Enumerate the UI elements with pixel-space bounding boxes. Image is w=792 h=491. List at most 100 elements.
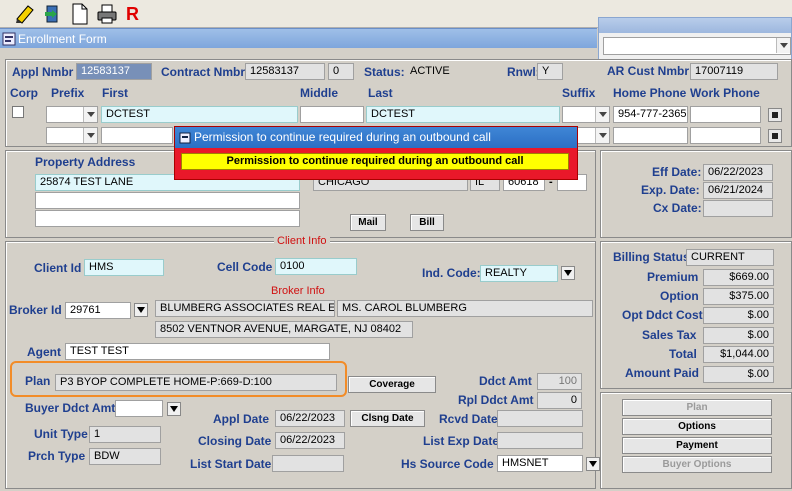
work-phone-input-2[interactable] bbox=[690, 127, 761, 144]
list-exp-date-label: List Exp Date bbox=[423, 434, 500, 448]
permission-dialog-titlebar: Permission to continue required during a… bbox=[175, 127, 577, 148]
ddct-amt-label: Ddct Amt bbox=[479, 374, 532, 388]
rcvd-date-field bbox=[497, 410, 583, 427]
rpl-ddct-field: 0 bbox=[537, 392, 582, 409]
ind-code-dropdown-button[interactable] bbox=[561, 266, 575, 280]
broker-name-field: BLUMBERG ASSOCIATES REAL ES bbox=[155, 300, 335, 317]
middle-label: Middle bbox=[300, 86, 338, 100]
ar-cust-field: 17007119 bbox=[690, 63, 778, 80]
opt-ddct-field: $.00 bbox=[703, 307, 774, 324]
appl-date-field: 06/22/2023 bbox=[275, 410, 345, 427]
home-phone-input[interactable]: 954-777-2365 bbox=[613, 106, 688, 123]
ddct-amt-field: 100 bbox=[537, 373, 582, 390]
bill-button[interactable]: Bill bbox=[410, 214, 444, 231]
prch-type-field[interactable]: BDW bbox=[89, 448, 161, 465]
list-start-date-field bbox=[272, 455, 344, 472]
prefix-dropdown-2[interactable] bbox=[46, 127, 98, 144]
option-field: $375.00 bbox=[703, 288, 774, 305]
first-name-input[interactable]: DCTEST bbox=[101, 106, 298, 123]
buyer-ddct-input[interactable] bbox=[115, 400, 163, 417]
amount-paid-field: $.00 bbox=[703, 366, 774, 383]
closing-date-label: Closing Date bbox=[198, 434, 272, 448]
contract-seq-field: 0 bbox=[328, 63, 354, 80]
property-line2-input[interactable] bbox=[35, 192, 300, 209]
buyer-ddct-dropdown-button[interactable] bbox=[167, 402, 181, 416]
new-document-icon[interactable] bbox=[70, 3, 90, 25]
property-line3-input[interactable] bbox=[35, 210, 300, 227]
property-address-label: Property Address bbox=[35, 155, 136, 169]
appl-nmbr-field[interactable]: 12583137 bbox=[76, 63, 152, 80]
rnwl-field: Y bbox=[537, 63, 563, 80]
plan-field[interactable]: P3 BYOP COMPLETE HOME-P:669-D:100 bbox=[55, 374, 337, 391]
last-label: Last bbox=[368, 86, 393, 100]
middle-name-input[interactable] bbox=[300, 106, 364, 123]
premium-field: $669.00 bbox=[703, 269, 774, 286]
exit-door-icon[interactable] bbox=[41, 3, 63, 25]
appl-nmbr-label: Appl Nmbr bbox=[12, 65, 74, 79]
buyer-options-button[interactable]: Buyer Options bbox=[622, 456, 772, 473]
agent-input[interactable]: TEST TEST bbox=[65, 343, 330, 360]
billing-status-label: Billing Status bbox=[613, 250, 690, 264]
prefix-label: Prefix bbox=[51, 86, 85, 100]
work-phone-input[interactable] bbox=[690, 106, 761, 123]
permission-dialog: Permission to continue required during a… bbox=[174, 126, 578, 180]
dialog-window-icon bbox=[179, 132, 191, 144]
suffix-dropdown[interactable] bbox=[562, 106, 610, 123]
background-window-titlebar bbox=[599, 18, 791, 33]
cell-code-label: Cell Code bbox=[217, 260, 273, 274]
work-phone-label: Work Phone bbox=[690, 86, 760, 100]
agent-label: Agent bbox=[27, 345, 61, 359]
buyer-ddct-label: Buyer Ddct Amt bbox=[25, 401, 116, 415]
phone-lookup-button[interactable] bbox=[768, 108, 782, 122]
closing-date-field: 06/22/2023 bbox=[275, 432, 345, 449]
hs-source-input[interactable]: HMSNET bbox=[497, 455, 583, 472]
broker-contact-field: MS. CAROL BLUMBERG bbox=[337, 300, 593, 317]
broker-info-section: Broker Info bbox=[268, 285, 328, 297]
premium-label: Premium bbox=[647, 270, 699, 284]
ind-code-input[interactable]: REALTY bbox=[480, 265, 558, 282]
home-phone-input-2[interactable] bbox=[613, 127, 688, 144]
ar-cust-label: AR Cust Nmbr bbox=[607, 64, 690, 78]
corp-checkbox[interactable] bbox=[12, 106, 24, 118]
list-start-date-label: List Start Date bbox=[190, 457, 272, 471]
hs-source-label: Hs Source Code bbox=[401, 457, 494, 471]
window-title: Enrollment Form bbox=[18, 32, 107, 46]
status-label: Status: bbox=[364, 65, 405, 79]
exp-date-label: Exp. Date: bbox=[641, 183, 700, 197]
phone-lookup-button-2[interactable] bbox=[768, 129, 782, 143]
background-window-dropdown[interactable] bbox=[603, 37, 791, 55]
r-toolbar-button[interactable]: R bbox=[126, 4, 139, 25]
background-window bbox=[598, 17, 792, 61]
plan-side-button[interactable]: Plan bbox=[622, 399, 772, 416]
sales-tax-field: $.00 bbox=[703, 327, 774, 344]
prefix-dropdown[interactable] bbox=[46, 106, 98, 123]
suffix-label: Suffix bbox=[562, 86, 596, 100]
rcvd-date-label: Rcvd Date bbox=[439, 412, 498, 426]
cell-code-input[interactable]: 0100 bbox=[275, 258, 357, 275]
hs-source-dropdown-button[interactable] bbox=[586, 457, 600, 471]
clsng-date-button[interactable]: Clsng Date bbox=[350, 410, 425, 427]
sales-tax-label: Sales Tax bbox=[642, 328, 697, 342]
list-exp-date-field bbox=[497, 432, 583, 449]
cx-date-label: Cx Date: bbox=[653, 201, 702, 215]
permission-message-box: Permission to continue required during a… bbox=[181, 153, 569, 170]
payment-button[interactable]: Payment bbox=[622, 437, 772, 454]
mail-button[interactable]: Mail bbox=[350, 214, 386, 231]
eff-date-label: Eff Date: bbox=[652, 165, 702, 179]
opt-ddct-label: Opt Ddct Cost bbox=[622, 308, 703, 322]
unit-type-field[interactable]: 1 bbox=[89, 426, 161, 443]
rnwl-label: Rnwl: bbox=[507, 65, 540, 79]
broker-id-dropdown-button[interactable] bbox=[134, 303, 148, 317]
options-button[interactable]: Options bbox=[622, 418, 772, 435]
home-phone-label: Home Phone bbox=[613, 86, 687, 100]
client-id-input[interactable]: HMS bbox=[84, 259, 164, 276]
plan-label: Plan bbox=[25, 374, 51, 388]
last-name-input[interactable]: DCTEST bbox=[366, 106, 560, 123]
contract-nmbr-label: Contract Nmbr bbox=[161, 65, 246, 79]
edit-note-icon[interactable] bbox=[14, 4, 36, 24]
broker-id-input[interactable]: 29761 bbox=[65, 302, 131, 319]
coverage-button[interactable]: Coverage bbox=[348, 376, 436, 393]
first-name-input-2[interactable] bbox=[101, 127, 173, 144]
broker-id-label: Broker Id bbox=[9, 303, 62, 317]
print-icon[interactable] bbox=[96, 3, 118, 25]
